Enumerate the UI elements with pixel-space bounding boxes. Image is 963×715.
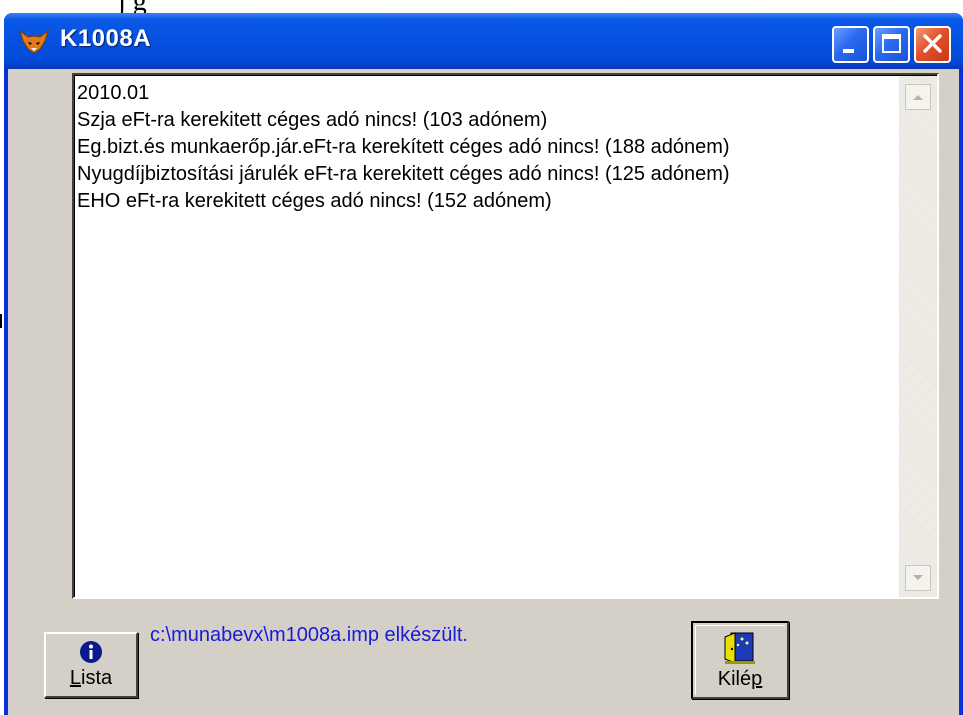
minimize-icon (843, 49, 854, 53)
dialog-window: K1008A 2010.01 Szja eFt-ra kerekitett cé… (4, 13, 963, 715)
client-area: 2010.01 Szja eFt-ra kerekitett céges adó… (8, 69, 959, 715)
lista-button-label: Lista (69, 667, 113, 689)
list-item: EHO eFt-ra kerekitett céges adó nincs! (… (77, 190, 552, 212)
close-icon (923, 34, 942, 53)
list-item: Nyugdíjbiztosítási járulék eFt-ra kereki… (77, 163, 730, 185)
info-icon (80, 641, 102, 663)
minimize-button[interactable] (832, 26, 869, 63)
kilep-button-label: Kilép (717, 668, 763, 690)
fox-app-icon (19, 29, 49, 54)
scroll-down-button[interactable] (905, 565, 931, 591)
list-item: Szja eFt-ra kerekitett céges adó nincs! … (77, 109, 548, 131)
arrow-down-icon (913, 575, 923, 580)
window-title: K1008A (60, 25, 152, 52)
status-text: c:\munabevx\m1008a.imp elkészült. (150, 624, 468, 646)
list-item: 2010.01 (77, 82, 150, 104)
list-item: Eg.bizt.és munkaerőp.jár.eFt-ra kerekíte… (77, 136, 730, 158)
maximize-icon (882, 34, 901, 53)
exit-door-icon (724, 632, 755, 664)
kilep-button[interactable]: Kilép (691, 621, 789, 699)
lista-button[interactable]: Lista (44, 632, 138, 698)
close-button[interactable] (914, 26, 951, 63)
background-mark (0, 314, 2, 328)
maximize-button[interactable] (873, 26, 910, 63)
message-listbox[interactable]: 2010.01 Szja eFt-ra kerekitett céges adó… (72, 73, 939, 599)
vertical-scrollbar[interactable] (899, 76, 937, 597)
scroll-up-button[interactable] (905, 84, 931, 110)
title-bar[interactable]: K1008A (4, 13, 963, 69)
arrow-up-icon (913, 95, 923, 100)
message-lines: 2010.01 Szja eFt-ra kerekitett céges adó… (77, 80, 730, 215)
